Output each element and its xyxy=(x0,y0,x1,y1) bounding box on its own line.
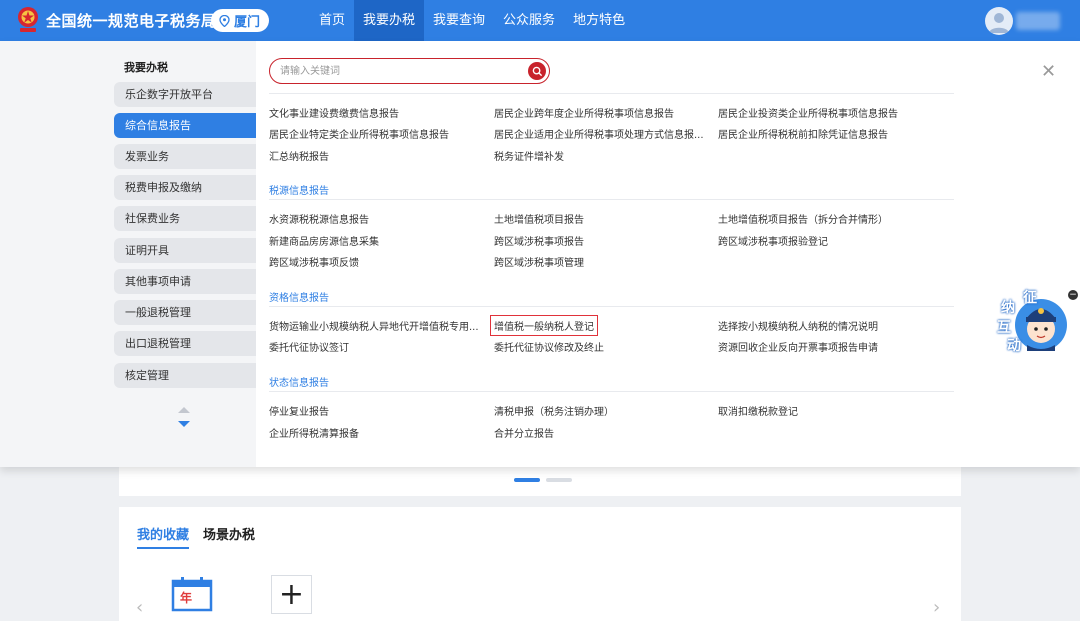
menu-link[interactable]: 跨区域涉税事项反馈 xyxy=(269,254,359,269)
menu-link[interactable]: 土地增值税项目报告 xyxy=(494,211,584,226)
mascot-char-4: 动 xyxy=(1007,338,1021,354)
menu-link[interactable]: 取消扣缴税款登记 xyxy=(718,403,798,418)
menu-link[interactable]: 水资源税税源信息报告 xyxy=(269,211,369,226)
menu-link[interactable]: 新建商品房房源信息采集 xyxy=(269,233,379,248)
city-selector[interactable]: 厦门 xyxy=(211,9,270,32)
menu-link[interactable]: 税务证件增补发 xyxy=(494,148,564,163)
sidebar-item-social-security[interactable]: 社保费业务 xyxy=(114,206,256,231)
menu-link[interactable]: 居民企业特定类企业所得税事项信息报告 xyxy=(269,126,449,141)
sidebar-item-export-refund[interactable]: 出口退税管理 xyxy=(114,331,256,356)
menu-link[interactable]: 货物运输业小规模纳税人异地代开增值税专用... xyxy=(269,318,479,333)
menu-link[interactable]: 土地增值税项目报告（拆分合并情形） xyxy=(718,211,888,226)
sidebar-title: 我要办税 xyxy=(124,61,168,74)
section-title-status: 状态信息报告 xyxy=(269,378,329,389)
favorites-tabs: 我的收藏 场景办税 xyxy=(137,524,255,549)
search-input[interactable] xyxy=(280,63,520,80)
sidebar-item-leqi[interactable]: 乐企数字开放平台 xyxy=(114,82,256,107)
menu-link[interactable]: 清税申报（税务注销办理） xyxy=(494,403,614,418)
menu-link[interactable]: 企业所得税清算报备 xyxy=(269,425,359,440)
category-sidebar: 我要办税 乐企数字开放平台 综合信息报告 发票业务 税费申报及缴纳 社保费业务 … xyxy=(0,41,256,467)
carousel-dot-1[interactable] xyxy=(514,478,540,482)
city-name: 厦门 xyxy=(234,15,261,30)
nav-home[interactable]: 首页 xyxy=(310,0,354,41)
scroll-arrows-icon[interactable] xyxy=(177,406,191,428)
site-title[interactable]: 全国统一规范电子税务局 xyxy=(46,10,217,31)
menu-link[interactable]: 汇总纳税报告 xyxy=(269,148,329,163)
tax-menu-panel: 我要办税 乐企数字开放平台 综合信息报告 发票业务 税费申报及缴纳 社保费业务 … xyxy=(0,41,1080,467)
plus-icon: + xyxy=(278,577,305,612)
sidebar-item-invoice[interactable]: 发票业务 xyxy=(114,144,256,169)
section-title-qualification: 资格信息报告 xyxy=(269,293,329,304)
top-header: 全国统一规范电子税务局 厦门 首页 我要办税 我要查询 公众服务 地方特色 xyxy=(0,0,1080,41)
menu-link[interactable]: 跨区域涉税事项报验登记 xyxy=(718,233,828,248)
search-icon xyxy=(532,66,542,76)
location-pin-icon xyxy=(219,14,230,27)
divider xyxy=(269,93,954,94)
carousel-dots xyxy=(514,478,572,482)
mascot-char-3: 互 xyxy=(997,320,1011,336)
nav-tax-handling[interactable]: 我要办税 xyxy=(354,0,425,41)
sidebar-item-refund[interactable]: 一般退税管理 xyxy=(114,300,256,325)
menu-link[interactable]: 停业复业报告 xyxy=(269,403,329,418)
username-blurred[interactable] xyxy=(1016,12,1060,30)
search-button[interactable] xyxy=(528,62,546,80)
divider xyxy=(269,199,954,200)
add-favorite-button[interactable]: + xyxy=(271,575,312,614)
menu-link-vat-general-taxpayer[interactable]: 增值税一般纳税人登记 xyxy=(490,315,598,336)
menu-link[interactable]: 文化事业建设费缴费信息报告 xyxy=(269,105,399,120)
menu-link[interactable]: 居民企业适用企业所得税事项处理方式信息报... xyxy=(494,126,704,141)
menu-link[interactable]: 跨区域涉税事项报告 xyxy=(494,233,584,248)
calendar-year-label: 年 xyxy=(180,591,193,605)
mascot-close-icon[interactable]: − xyxy=(1068,290,1078,300)
sidebar-item-assessment[interactable]: 核定管理 xyxy=(114,363,256,388)
menu-link[interactable]: 资源回收企业反向开票事项报告申请 xyxy=(718,339,878,354)
tab-my-favorites[interactable]: 我的收藏 xyxy=(137,524,190,549)
carousel-dot-2[interactable] xyxy=(546,478,572,482)
nav-local-features[interactable]: 地方特色 xyxy=(564,0,634,41)
interaction-mascot-widget[interactable]: 征 纳 互 动 xyxy=(993,287,1071,357)
sidebar-item-info-report[interactable]: 综合信息报告 xyxy=(114,113,256,138)
tab-scene-tax[interactable]: 场景办税 xyxy=(203,524,255,549)
chevron-right-icon[interactable]: › xyxy=(933,597,940,618)
nav-public-services[interactable]: 公众服务 xyxy=(494,0,564,41)
user-icon xyxy=(989,13,1009,33)
section-title-tax-source: 税源信息报告 xyxy=(269,186,329,197)
sidebar-item-declaration[interactable]: 税费申报及缴纳 xyxy=(114,175,256,200)
main-nav: 首页 我要办税 我要查询 公众服务 地方特色 xyxy=(310,0,634,41)
menu-link[interactable]: 居民企业所得税税前扣除凭证信息报告 xyxy=(718,126,888,141)
mascot-char-2: 纳 xyxy=(1001,300,1015,316)
chevron-left-icon[interactable]: ‹ xyxy=(136,597,143,618)
sidebar-item-other-requests[interactable]: 其他事项申请 xyxy=(114,269,256,294)
menu-link[interactable]: 委托代征协议签订 xyxy=(269,339,349,354)
mascot-char-1: 征 xyxy=(1023,290,1037,306)
close-icon[interactable]: ✕ xyxy=(1041,61,1056,82)
user-avatar[interactable] xyxy=(985,7,1013,35)
menu-link[interactable]: 选择按小规模纳税人纳税的情况说明 xyxy=(718,318,878,333)
divider xyxy=(269,306,954,307)
nav-query[interactable]: 我要查询 xyxy=(424,0,494,41)
menu-link[interactable]: 居民企业投资类企业所得税事项信息报告 xyxy=(718,105,898,120)
menu-link[interactable]: 合并分立报告 xyxy=(494,425,554,440)
tax-emblem-logo xyxy=(18,7,38,32)
menu-link[interactable]: 跨区域涉税事项管理 xyxy=(494,254,584,269)
keyword-search xyxy=(269,58,550,84)
menu-link[interactable]: 居民企业跨年度企业所得税事项信息报告 xyxy=(494,105,674,120)
menu-link[interactable]: 委托代征协议修改及终止 xyxy=(494,339,604,354)
sidebar-item-certificates[interactable]: 证明开具 xyxy=(114,238,256,263)
divider xyxy=(269,391,954,392)
